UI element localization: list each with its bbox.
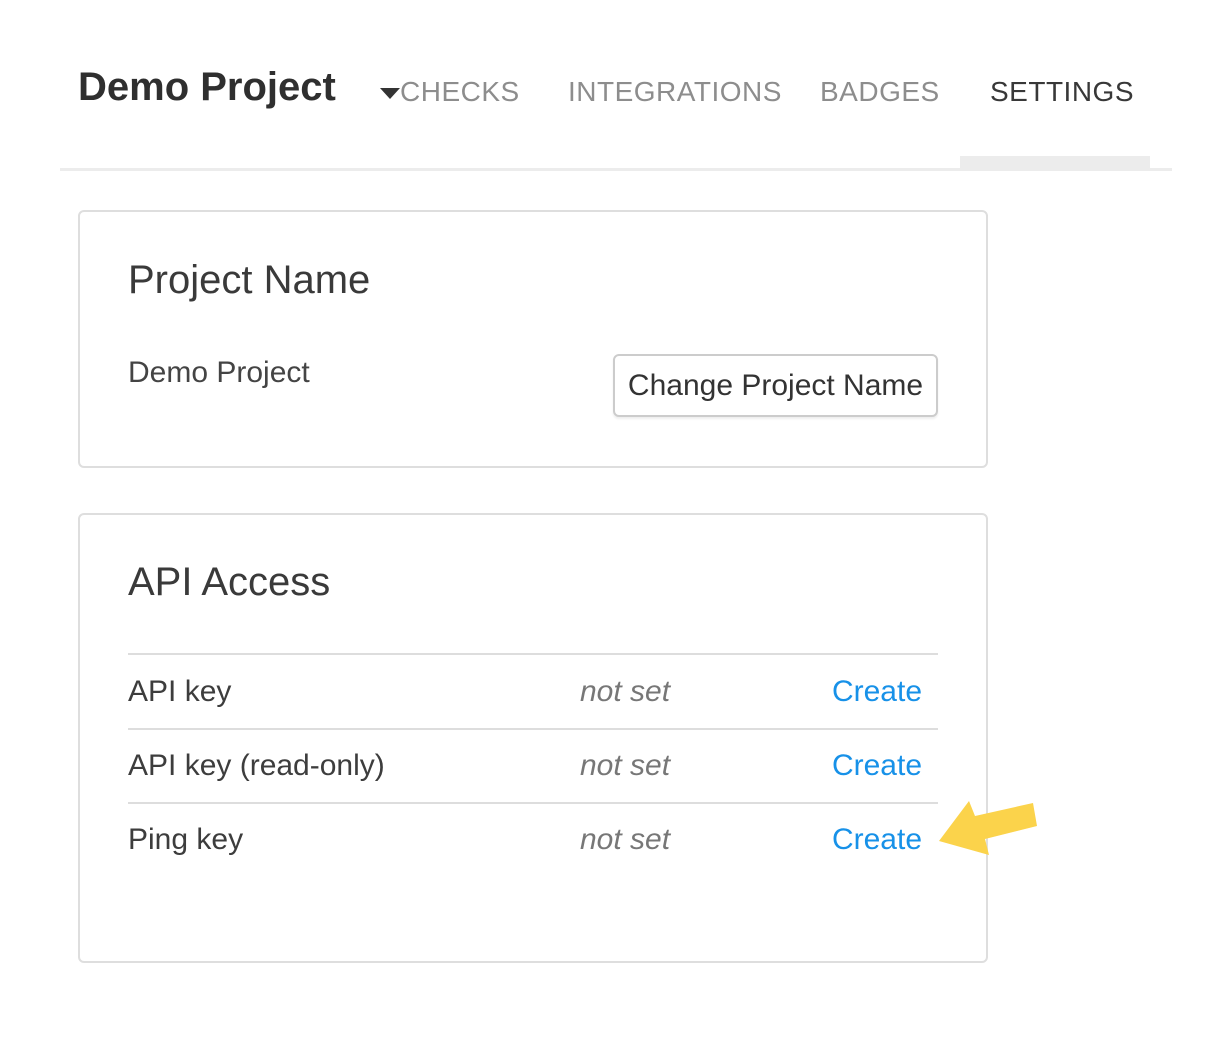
api-key-row: API key not set Create bbox=[128, 653, 938, 728]
tab-checks[interactable]: CHECKS bbox=[400, 78, 520, 106]
api-key-label: API key bbox=[128, 675, 580, 709]
api-key-value: not set bbox=[580, 675, 832, 709]
nav-divider bbox=[60, 168, 1172, 171]
create-ping-key-link[interactable]: Create bbox=[832, 823, 922, 857]
ping-key-row: Ping key not set Create bbox=[128, 802, 938, 876]
create-api-key-link[interactable]: Create bbox=[832, 675, 922, 709]
api-keys-table: API key not set Create API key (read-onl… bbox=[128, 653, 938, 876]
chevron-down-icon bbox=[380, 88, 400, 99]
project-switcher[interactable]: Demo Project bbox=[78, 67, 336, 107]
tab-integrations[interactable]: INTEGRATIONS bbox=[568, 78, 782, 106]
ping-key-label: Ping key bbox=[128, 823, 580, 857]
api-key-readonly-row: API key (read-only) not set Create bbox=[128, 728, 938, 802]
tab-badges[interactable]: BADGES bbox=[820, 78, 940, 106]
api-access-card: API Access API key not set Create API ke… bbox=[78, 513, 988, 963]
api-key-readonly-value: not set bbox=[580, 749, 832, 783]
project-name-card: Project Name Demo Project Change Project… bbox=[78, 210, 988, 468]
project-name-card-title: Project Name bbox=[128, 260, 370, 300]
ping-key-value: not set bbox=[580, 823, 832, 857]
api-key-readonly-label: API key (read-only) bbox=[128, 749, 580, 783]
change-project-name-button[interactable]: Change Project Name bbox=[613, 354, 938, 417]
settings-page: Demo Project CHECKS INTEGRATIONS BADGES … bbox=[0, 0, 1220, 1059]
create-api-key-readonly-link[interactable]: Create bbox=[832, 749, 922, 783]
tab-settings[interactable]: SETTINGS bbox=[990, 78, 1134, 106]
current-project-name: Demo Project bbox=[128, 358, 310, 388]
api-access-card-title: API Access bbox=[128, 562, 330, 602]
